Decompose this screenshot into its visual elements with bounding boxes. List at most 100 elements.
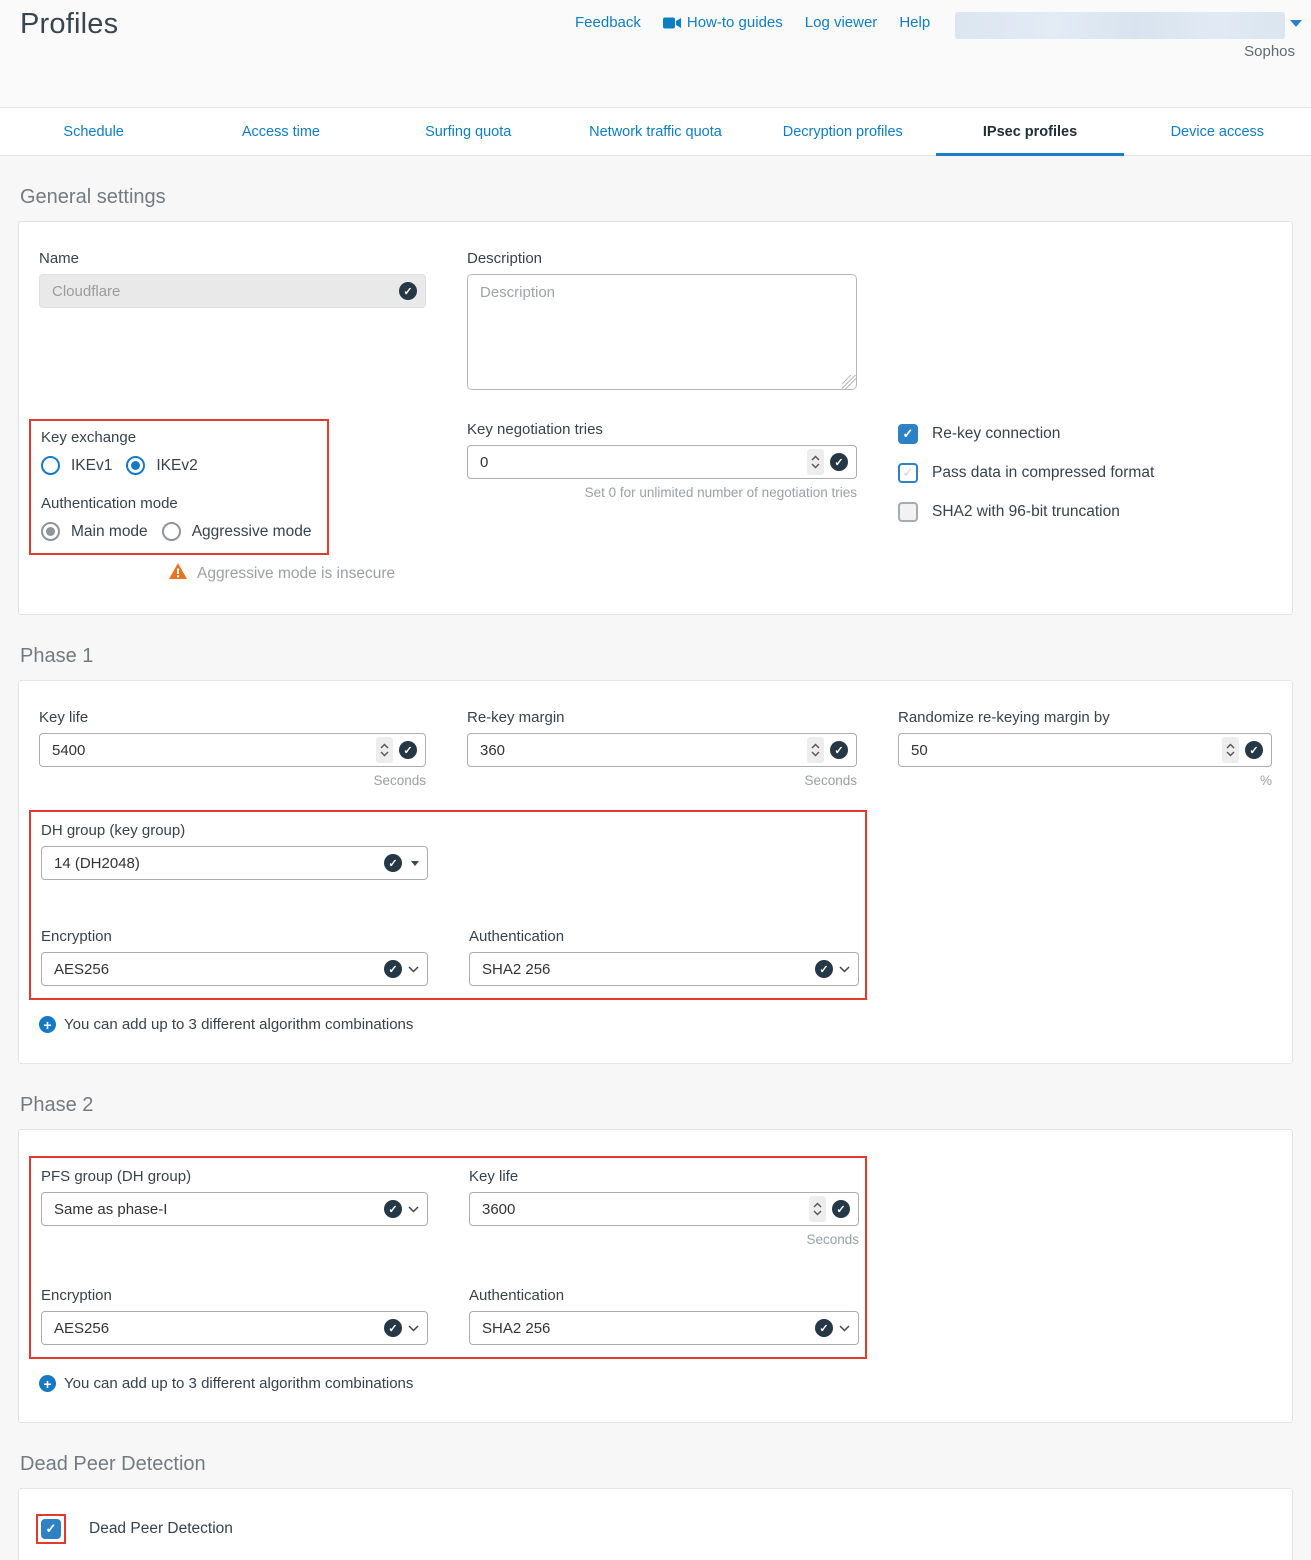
phase1-key-life-input[interactable]: 5400 ✓ [39,733,426,767]
stepper-icon[interactable] [1222,737,1239,763]
chevron-down-icon [408,1325,419,1332]
tab-network-traffic-quota[interactable]: Network traffic quota [562,108,749,155]
tab-device-access[interactable]: Device access [1124,108,1311,155]
rekey-margin-label: Re-key margin [467,709,857,726]
percent-hint: % [898,773,1272,788]
pfs-group-label: PFS group (DH group) [41,1168,428,1185]
stepper-icon[interactable] [807,737,824,763]
plus-circle-icon[interactable]: + [39,1375,56,1392]
howto-guides-link[interactable]: How-to guides [663,14,783,31]
stepper-icon[interactable] [376,737,393,763]
chevron-down-icon [408,1206,419,1213]
checkbox-checked-icon: ✓ [41,1519,61,1539]
profiles-tab-bar: Schedule Access time Surfing quota Netwo… [0,107,1311,156]
check-circle-icon: ✓ [815,1319,833,1337]
video-camera-icon [663,17,681,29]
checkbox-checked-icon: ✓ [898,424,918,444]
plus-circle-icon[interactable]: + [39,1016,56,1033]
stepper-icon[interactable] [807,449,824,475]
check-circle-icon: ✓ [832,1200,850,1218]
check-circle-icon: ✓ [384,1319,402,1337]
phase2-key-life-label: Key life [469,1168,859,1185]
general-settings-heading: General settings [20,186,1311,209]
key-exchange-label: Key exchange [41,429,317,446]
stepper-icon[interactable] [809,1196,826,1222]
check-circle-icon: ✓ [399,282,417,300]
dropdown-triangle-icon [411,861,419,866]
tab-decryption-profiles[interactable]: Decryption profiles [749,108,936,155]
phase1-key-life-label: Key life [39,709,426,726]
dpd-heading: Dead Peer Detection [20,1453,1311,1476]
rekey-margin-input[interactable]: 360 ✓ [467,733,857,767]
chevron-down-icon[interactable] [1290,20,1302,27]
phase2-heading: Phase 2 [20,1094,1311,1117]
radio-ikev1[interactable]: IKEv1 [41,456,112,475]
checkbox-icon: ✓ [898,502,918,522]
key-negotiation-input[interactable]: 0 ✓ [467,445,857,479]
check-circle-icon: ✓ [384,1200,402,1218]
general-settings-panel: Name Cloudflare ✓ Description Key exchan… [18,221,1293,615]
check-circle-icon: ✓ [1245,741,1263,759]
phase2-key-life-input[interactable]: 3600 ✓ [469,1192,859,1226]
account-selector-redacted[interactable] [955,12,1285,39]
check-circle-icon: ✓ [384,854,402,872]
description-input[interactable] [467,274,857,390]
pfs-group-select[interactable]: Same as phase-I ✓ [41,1192,428,1226]
check-circle-icon: ✓ [830,741,848,759]
randomize-margin-label: Randomize re-keying margin by [898,709,1272,726]
brand-label: Sophos [1244,43,1295,60]
page-header: Profiles Feedback How-to guides Log view… [0,0,1311,107]
phase2-authentication-label: Authentication [469,1287,859,1304]
rekey-connection-checkbox[interactable]: ✓ Re-key connection [898,424,1272,444]
radio-selected-icon [126,456,145,475]
phase1-encryption-label: Encryption [41,928,428,945]
dpd-checkbox-row[interactable]: ✓ Dead Peer Detection [39,1517,1272,1541]
compressed-format-checkbox[interactable]: ✓ Pass data in compressed format [898,463,1272,483]
name-input[interactable]: Cloudflare ✓ [39,274,426,308]
tab-schedule[interactable]: Schedule [0,108,187,155]
key-negotiation-hint: Set 0 for unlimited number of negotiatio… [467,485,857,500]
tab-access-time[interactable]: Access time [187,108,374,155]
check-circle-icon: ✓ [815,960,833,978]
dpd-checkbox-annotation: ✓ [36,1514,66,1544]
randomize-margin-input[interactable]: 50 ✓ [898,733,1272,767]
key-negotiation-label: Key negotiation tries [467,421,857,438]
checkbox-icon: ✓ [898,463,918,483]
help-link[interactable]: Help [899,14,930,31]
tab-ipsec-profiles[interactable]: IPsec profiles [936,108,1123,155]
name-label: Name [39,250,426,267]
seconds-hint: Seconds [39,773,426,788]
dpd-panel: ✓ Dead Peer Detection Check peer after e… [18,1488,1293,1560]
phase1-authentication-select[interactable]: SHA2 256 ✓ [469,952,859,986]
feedback-link[interactable]: Feedback [575,14,641,31]
radio-ikev2[interactable]: IKEv2 [126,456,197,475]
tab-surfing-quota[interactable]: Surfing quota [375,108,562,155]
radio-aggressive-mode[interactable]: Aggressive mode [162,522,312,541]
phase1-algorithms-annotation: DH group (key group) 14 (DH2048) ✓ Encry… [29,810,867,1000]
chevron-down-icon [839,966,850,973]
phase2-panel: PFS group (DH group) Same as phase-I ✓ K… [18,1129,1293,1423]
radio-selected-disabled-icon [41,522,60,541]
phase2-encryption-select[interactable]: AES256 ✓ [41,1311,428,1345]
radio-disabled-icon [162,522,181,541]
log-viewer-link[interactable]: Log viewer [805,14,878,31]
phase1-heading: Phase 1 [20,645,1311,668]
phase1-authentication-label: Authentication [469,928,859,945]
warning-icon [169,563,187,584]
phase2-authentication-select[interactable]: SHA2 256 ✓ [469,1311,859,1345]
description-label: Description [467,250,857,267]
phase2-algorithms-annotation: PFS group (DH group) Same as phase-I ✓ K… [29,1156,867,1359]
sha2-truncation-checkbox[interactable]: ✓ SHA2 with 96-bit truncation [898,502,1272,522]
dh-group-select[interactable]: 14 (DH2048) ✓ [41,846,428,880]
check-circle-icon: ✓ [399,741,417,759]
radio-icon [41,456,60,475]
phase1-add-note: + You can add up to 3 different algorith… [39,1016,1272,1033]
header-links: Feedback How-to guides Log viewer Help [575,14,930,31]
radio-main-mode[interactable]: Main mode [41,522,148,541]
key-exchange-annotation: Key exchange IKEv1 IKEv2 Authentication … [29,419,329,555]
phase2-encryption-label: Encryption [41,1287,428,1304]
seconds-hint: Seconds [469,1232,859,1247]
dh-group-label: DH group (key group) [41,822,428,839]
phase1-encryption-select[interactable]: AES256 ✓ [41,952,428,986]
page-title: Profiles [20,8,118,41]
